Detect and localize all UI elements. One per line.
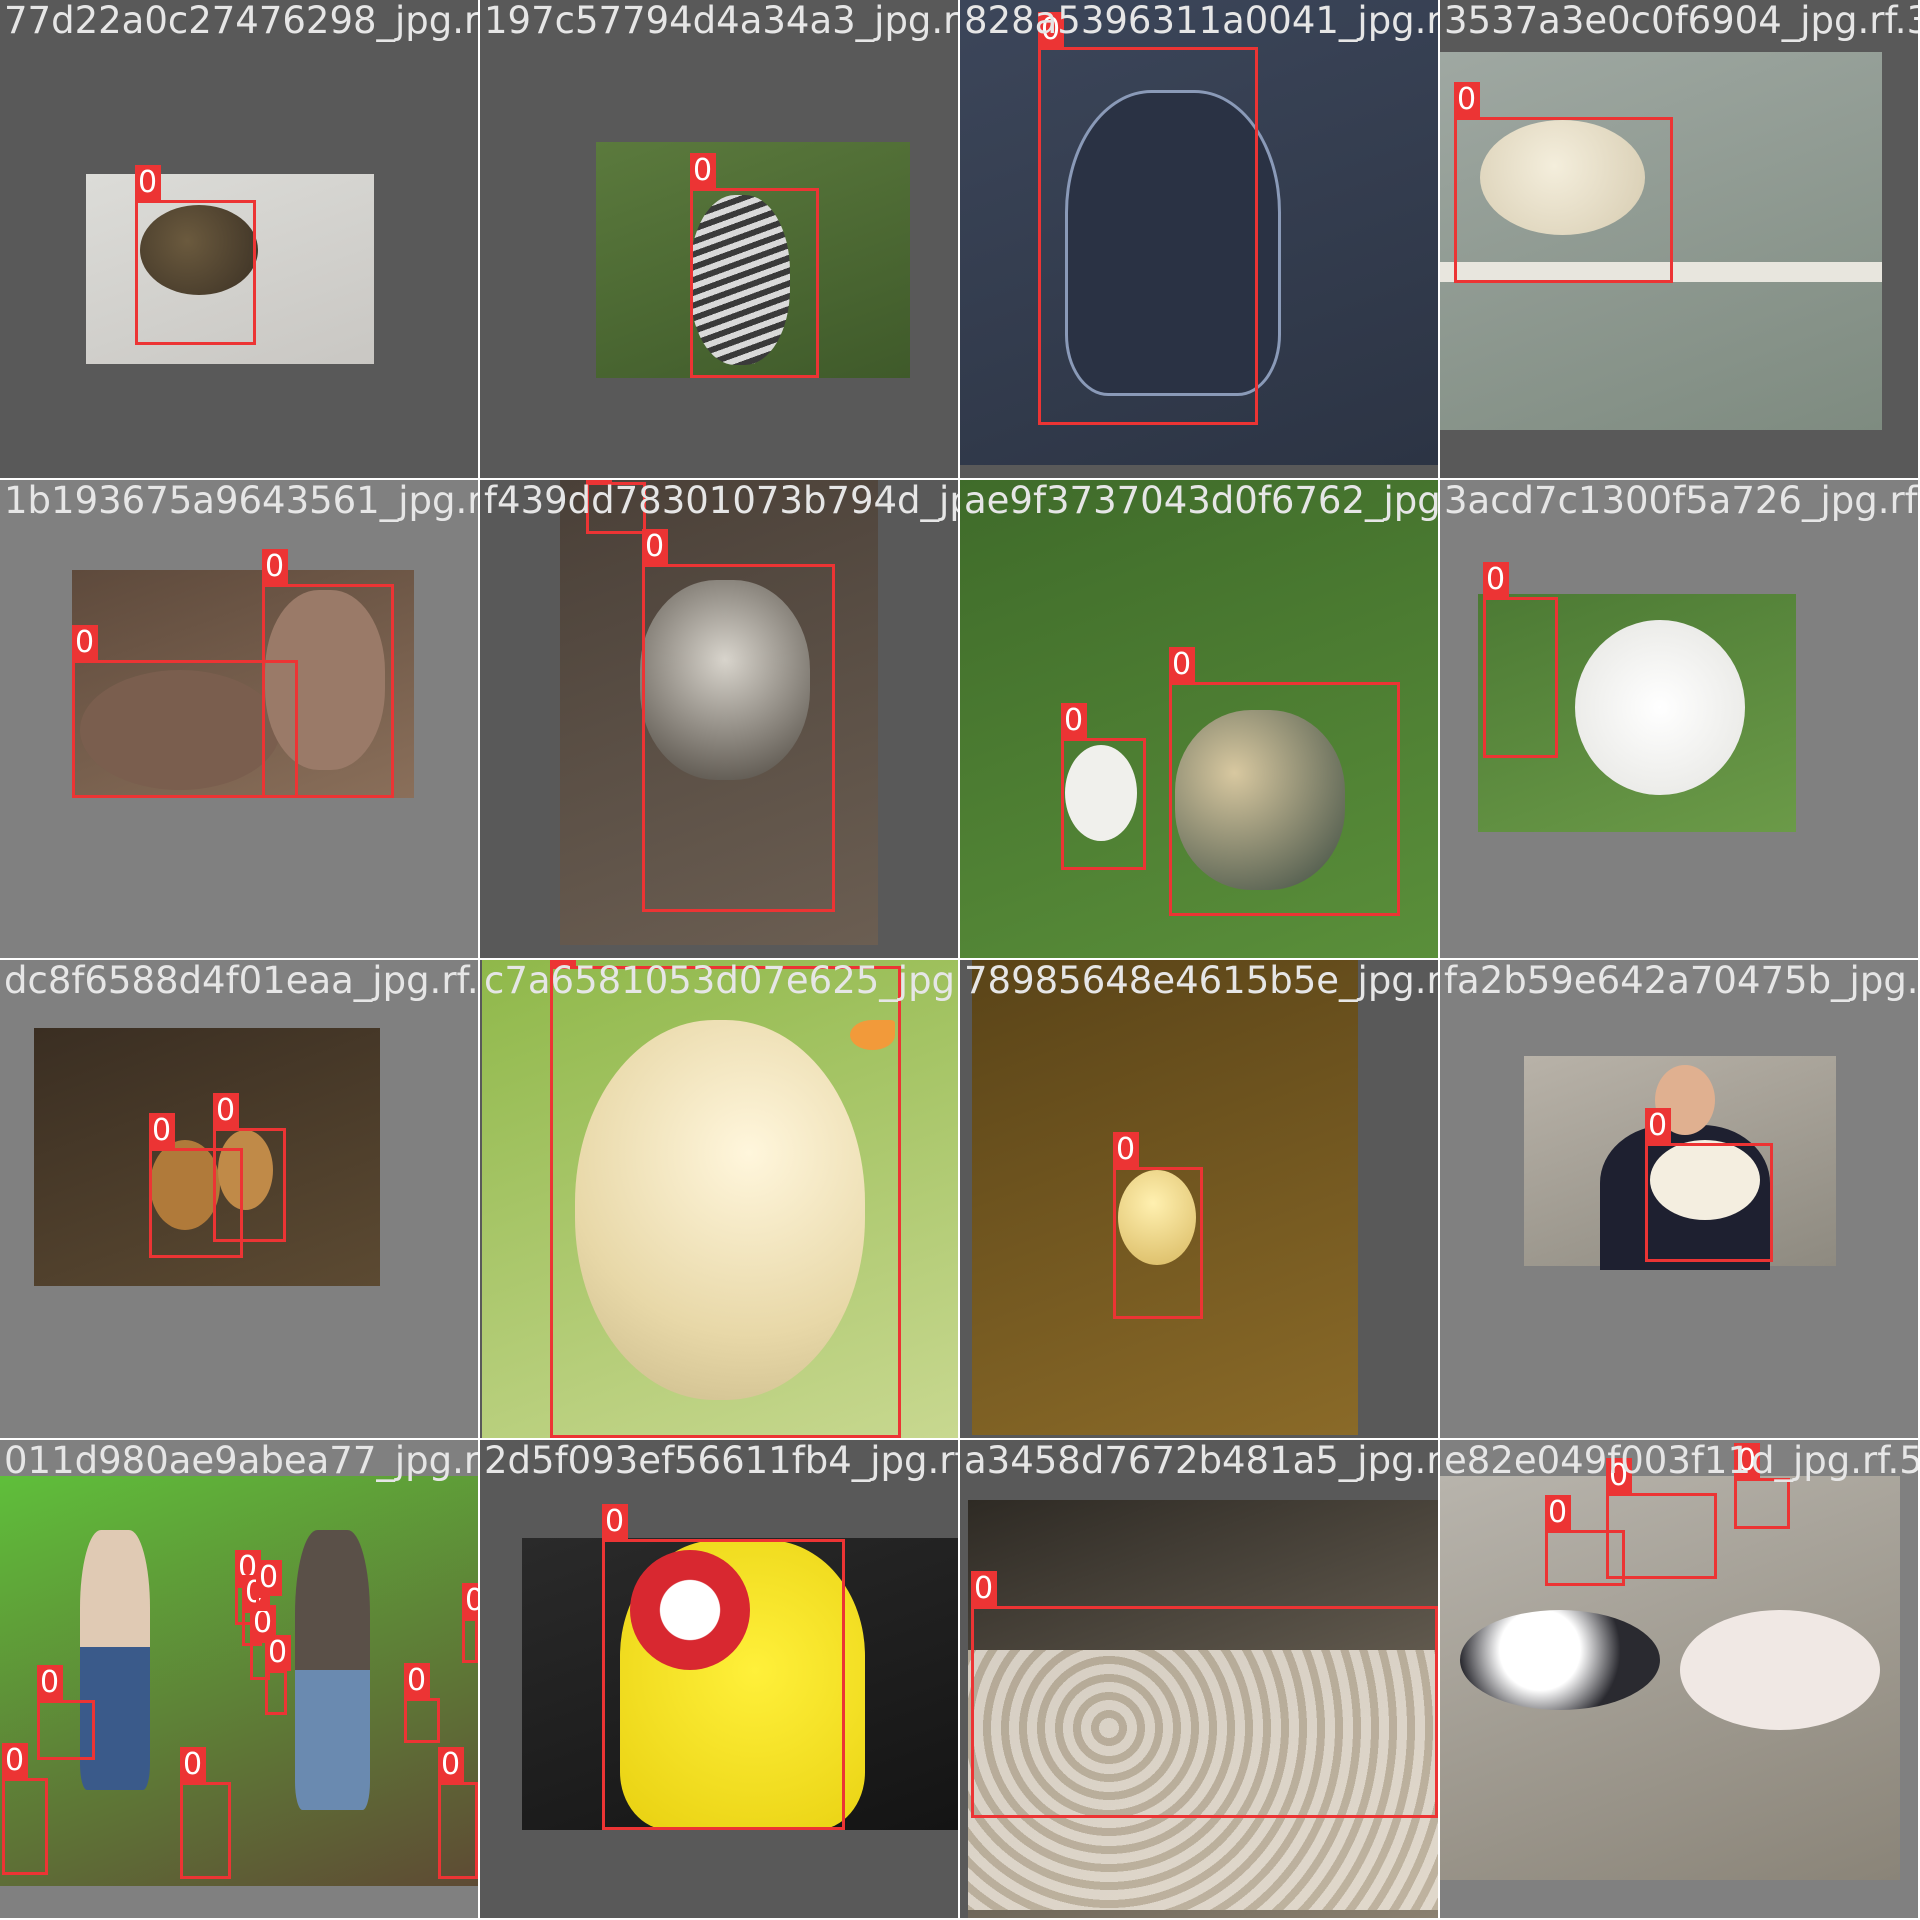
bounding-box: 0 bbox=[689, 153, 819, 378]
bounding-box: 0 bbox=[1482, 562, 1558, 758]
bounding-box: 0 bbox=[1060, 703, 1146, 870]
class-label: 0 bbox=[261, 549, 288, 585]
bounding-box: 0 bbox=[437, 1747, 478, 1879]
bounding-box: 0 bbox=[255, 1560, 282, 1611]
bounding-box: 0 bbox=[1112, 1132, 1203, 1319]
bounding-box: 0 bbox=[179, 1747, 231, 1879]
class-label: 0 bbox=[1168, 647, 1195, 683]
class-label: 0 bbox=[641, 529, 668, 565]
image-filename: 77d22a0c27476298_jpg.rf.3d97d67704d4a34a… bbox=[4, 0, 478, 42]
class-label: 0 bbox=[179, 1747, 206, 1783]
class-label: 0 bbox=[1037, 12, 1064, 48]
class-label: 0 bbox=[689, 153, 716, 189]
tile: 0 78985648e4615b5e_jpg.rf.6fa2b59e642a70… bbox=[960, 960, 1438, 1438]
pig-shape bbox=[1680, 1610, 1880, 1730]
class-label: 0 bbox=[403, 1663, 430, 1699]
tile: 0 0 dc8f6588d4f01eaa_jpg.rf.24c7a6581053… bbox=[0, 960, 478, 1438]
class-label: 0 bbox=[1482, 562, 1509, 598]
bounding-box: 0 bbox=[1453, 82, 1673, 283]
bounding-box: 0 bbox=[264, 1635, 291, 1715]
tile: 0 0 ae9f3737043d0f6762_jpg.rf.963acd7c13… bbox=[960, 480, 1438, 958]
class-label: 0 bbox=[970, 1571, 997, 1607]
class-label: 0 bbox=[1544, 1495, 1571, 1531]
class-label: 0 bbox=[71, 625, 98, 661]
class-label: 0 bbox=[212, 1093, 239, 1129]
class-label: 0 bbox=[148, 1113, 175, 1149]
tile: 0 c7a6581053d07e625_jpg.rf.41e78985648e4… bbox=[480, 960, 958, 1438]
class-label: 0 bbox=[255, 1560, 282, 1596]
bounding-box: 0 bbox=[601, 1504, 845, 1830]
class-label: 0 bbox=[1112, 1132, 1139, 1168]
class-label: 0 bbox=[601, 1504, 628, 1540]
class-label: 0 bbox=[1453, 82, 1480, 118]
person-shape bbox=[295, 1530, 370, 1810]
class-label: 0 bbox=[549, 960, 576, 967]
tile: 0 0 0 e82e049f003f11d_jpg.rf.5c2 bbox=[1440, 1440, 1918, 1918]
class-label: 0 bbox=[36, 1665, 63, 1701]
class-label: 0 bbox=[461, 1583, 478, 1619]
tile: 0 0 1b193675a9643561_jpg.rf.af439dd78301… bbox=[0, 480, 478, 958]
tile: 0 0 f439dd78301073b794d_jpg.rf.5fae9f373… bbox=[480, 480, 958, 958]
bounding-box: 0 bbox=[1644, 1108, 1773, 1262]
bounding-box: 0 bbox=[134, 165, 256, 345]
image-filename: 197c57794d4a34a3_jpg.rf.b1828a5396311a00… bbox=[484, 0, 958, 42]
bounding-box: 0 bbox=[585, 480, 646, 534]
image-filename: 3537a3e0c0f6904_jpg.rf.35 bbox=[1444, 0, 1918, 42]
bounding-box: 0 bbox=[1168, 647, 1400, 916]
image-filename: dc8f6588d4f01eaa_jpg.rf.24c7a6581053d07e… bbox=[4, 960, 478, 1002]
tile: 0 3537a3e0c0f6904_jpg.rf.35 bbox=[1440, 0, 1918, 478]
image-filename: 1b193675a9643561_jpg.rf.af439dd7830107b7… bbox=[4, 480, 478, 522]
bounding-box: 0 bbox=[212, 1093, 286, 1242]
class-label: 0 bbox=[1605, 1458, 1632, 1494]
silkie-shape bbox=[1575, 620, 1745, 795]
image-filename: a3458d7672b481a5_jpg.rf.e82e049f003f11d_… bbox=[964, 1440, 1438, 1482]
pig-shape bbox=[1460, 1610, 1660, 1710]
tile: 0 828a5396311a0041_jpg.rf.3538ea3e0c0f69… bbox=[960, 0, 1438, 478]
class-label: 0 bbox=[1644, 1108, 1671, 1144]
tile: 0 77d22a0c27476298_jpg.rf.3d97d67704d4a3… bbox=[0, 0, 478, 478]
class-label: 0 bbox=[437, 1747, 464, 1783]
tile: 0 197c57794d4a34a3_jpg.rf.b1828a5396311a… bbox=[480, 0, 958, 478]
class-label: 0 bbox=[134, 165, 161, 201]
tile: 0 0 0 0 0 0 0 0 0 0 0 011d980ae9abea77_j… bbox=[0, 1440, 478, 1918]
image-filename: 2d5f093ef56611fb4_jpg.rf.e7a3458d7672b48… bbox=[484, 1440, 958, 1482]
bounding-box: 0 bbox=[261, 549, 394, 798]
bounding-box: 0 bbox=[1605, 1458, 1717, 1579]
bounding-box: 0 bbox=[36, 1665, 95, 1760]
class-label: 0 bbox=[264, 1635, 291, 1671]
bounding-box: 0 bbox=[549, 960, 901, 1438]
bounding-box: 0 bbox=[1037, 12, 1258, 425]
tile: 0 a3458d7672b481a5_jpg.rf.e82e049f003f11… bbox=[960, 1440, 1438, 1918]
tile: 0 fa2b59e642a70475b_jpg.rf.4 bbox=[1440, 960, 1918, 1438]
tile: 0 2d5f093ef56611fb4_jpg.rf.e7a3458d7672b… bbox=[480, 1440, 958, 1918]
class-label: 0 bbox=[1733, 1443, 1760, 1479]
image-filename: 3acd7c1300f5a726_jpg.rf.41 bbox=[1444, 480, 1918, 522]
bounding-box: 0 bbox=[641, 529, 835, 912]
class-label: 0 bbox=[1060, 703, 1087, 739]
class-label: 0 bbox=[1, 1743, 28, 1779]
bounding-box: 0 bbox=[1, 1743, 48, 1875]
bounding-box: 0 bbox=[1733, 1443, 1790, 1529]
bounding-box: 0 bbox=[403, 1663, 440, 1743]
mosaic-grid: 0 77d22a0c27476298_jpg.rf.3d97d67704d4a3… bbox=[0, 0, 1920, 1920]
image-filename: fa2b59e642a70475b_jpg.rf.4 bbox=[1444, 960, 1918, 1002]
tile: 0 3acd7c1300f5a726_jpg.rf.41 bbox=[1440, 480, 1918, 958]
class-label: 0 bbox=[585, 480, 612, 483]
bounding-box: 0 bbox=[461, 1583, 478, 1663]
bounding-box: 0 bbox=[970, 1571, 1438, 1818]
